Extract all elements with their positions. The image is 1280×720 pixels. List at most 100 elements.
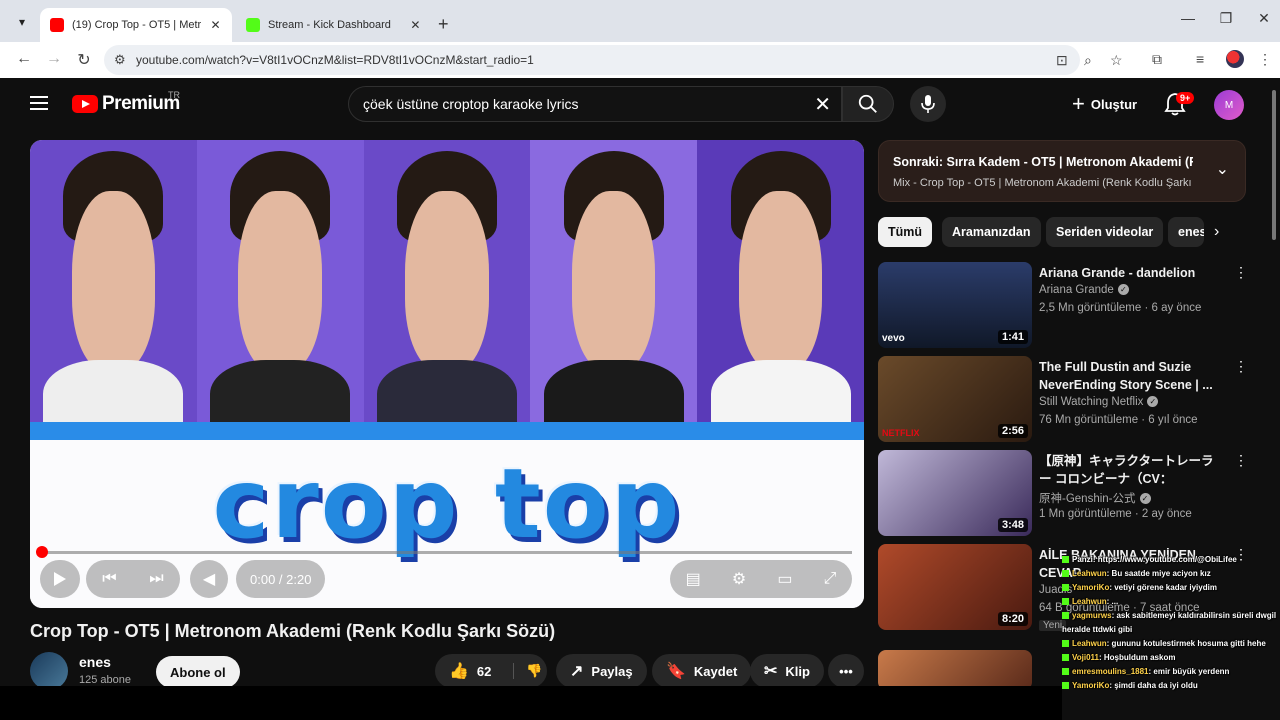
chip-series[interactable]: Seriden videolar [1046,217,1164,247]
chevron-right-icon[interactable]: › [1214,223,1219,241]
chevron-down-icon[interactable]: ⌄ [1216,159,1229,179]
chip-from-search[interactable]: Aramanızdan [942,217,1041,247]
video-player[interactable]: crop top ⏮ ⏭ ◀ 0:00 / 2:20 ▤ ⚙ ▭ ⤢ [30,140,864,608]
volume-button[interactable]: ◀ [190,560,228,598]
youtube-play-icon [72,95,98,113]
youtube-premium-logo[interactable]: Premium TR [72,90,180,115]
more-actions-button[interactable]: ••• [828,654,864,688]
back-icon[interactable]: ← [14,50,34,68]
close-tab-icon[interactable]: ✕ [209,18,222,32]
up-next-panel[interactable]: Sonraki: Sırra Kadem - OT5 | Metronom Ak… [878,140,1246,202]
voice-search-button[interactable] [910,86,946,122]
close-window-icon[interactable]: ✕ [1254,10,1274,27]
recommendation-title[interactable]: Ariana Grande - dandelion [1039,264,1219,282]
chip-enes[interactable]: enes [1168,217,1204,247]
browser-window: ▾ (19) Crop Top - OT5 | Metronom ✕ Strea… [0,0,1280,720]
url-text[interactable]: youtube.com/watch?v=V8tI1vOCnzM&list=RDV… [136,53,534,67]
bookmark-star-icon[interactable]: ☆ [1110,52,1123,69]
profile-avatar[interactable] [1226,50,1244,68]
new-tab-button[interactable]: + [438,14,449,35]
chip-all[interactable]: Tümü [878,217,933,247]
share-button[interactable]: ↗ Paylaş [556,654,647,688]
fullscreen-icon[interactable]: ⤢ [824,570,837,588]
video-thumbnail[interactable] [878,650,1032,690]
like-count[interactable]: 62 [477,664,491,679]
minimize-icon[interactable]: — [1178,10,1198,26]
thumbnail-badge: NETFLIX [882,428,920,438]
previous-icon[interactable]: ⏮ [102,570,116,588]
theater-mode-icon[interactable]: ▭ [777,569,792,589]
time-text: 0:00 / 2:20 [250,571,312,587]
like-dislike-group: 👍 62 👎 [435,654,547,688]
subscriber-count: 125 abone [79,674,131,686]
player-right-controls: ▤ ⚙ ▭ ⤢ [670,560,852,598]
play-button[interactable] [40,560,80,598]
skip-controls: ⏮ ⏭ [86,560,180,598]
recommendation-channel[interactable]: 原神-Genshin-公式 ✓ [1039,490,1151,506]
more-options-icon[interactable]: ⋮ [1234,452,1248,469]
progress-scrubber[interactable] [36,546,48,558]
subscribe-button[interactable]: Abone ol [156,656,240,688]
tab-search-icon[interactable]: ▾ [12,12,32,32]
bottom-black-bar [0,686,1062,720]
search-input[interactable]: çöek üstüne croptop karaoke lyrics ✕ [348,86,842,122]
address-bar[interactable]: ⚙ youtube.com/watch?v=V8tI1vOCnzM&list=R… [104,45,1123,75]
video-thumbnail-faces [30,140,864,445]
tab-kick-dashboard[interactable]: Stream - Kick Dashboard ✕ [236,8,432,42]
video-thumbnail[interactable]: NETFLIX 2:56 [878,356,1032,442]
more-options-icon[interactable]: ⋮ [1234,358,1248,375]
settings-gear-icon[interactable]: ⚙ [732,569,746,589]
thumbs-up-icon[interactable]: 👍 [449,661,469,681]
forward-icon[interactable]: → [44,50,64,68]
close-tab-icon[interactable]: ✕ [409,18,422,32]
recommendation-item[interactable]: 3:48 【原神】キャラクタートレーラー コロンビーナ（CV：Lynn）... … [878,450,1248,536]
search-query[interactable]: çöek üstüne croptop karaoke lyrics [363,96,579,112]
video-thumbnail[interactable]: 3:48 [878,450,1032,536]
chat-message: Leahwun: gununu kotulestirmek hosuma git… [1062,637,1280,651]
share-label: Paylaş [591,663,633,679]
account-avatar[interactable]: M [1214,90,1244,120]
more-options-icon[interactable]: ⋮ [1234,264,1248,281]
site-info-icon[interactable]: ⚙ [114,52,126,68]
zoom-icon[interactable]: ⌕ [1084,52,1092,69]
clear-search-icon[interactable]: ✕ [814,92,831,117]
hamburger-menu-icon[interactable] [30,96,48,110]
media-control-icon[interactable]: ≡ [1196,51,1204,67]
clip-button[interactable]: ✂ Klip [750,654,824,688]
recommendation-channel[interactable]: Ariana Grande ✓ [1039,284,1129,296]
extensions-icon[interactable]: ⧉ [1152,51,1162,68]
recommendation-item[interactable]: NETFLIX 2:56 The Full Dustin and Suzie N… [878,356,1248,442]
video-thumbnail[interactable]: vevo 1:41 [878,262,1032,348]
subtitles-icon[interactable]: ▤ [686,569,701,589]
clip-label: Klip [785,663,810,679]
search-button[interactable] [842,86,894,122]
page-scrollbar[interactable] [1272,90,1276,240]
duration-badge: 1:41 [997,330,1028,344]
tab-strip: ▾ (19) Crop Top - OT5 | Metronom ✕ Strea… [0,0,1280,42]
channel-avatar[interactable] [30,652,68,690]
channel-name[interactable]: enes [79,654,111,670]
recommendation-item[interactable]: vevo 1:41 Ariana Grande - dandelion Aria… [878,262,1248,348]
video-thumbnail[interactable]: 8:20 [878,544,1032,630]
verified-icon: ✓ [1117,284,1129,296]
install-app-icon[interactable]: ⊡ [1056,52,1068,69]
search-icon [858,94,877,113]
save-button[interactable]: 🔖 Kaydet [652,654,752,688]
tab-youtube[interactable]: (19) Crop Top - OT5 | Metronom ✕ [40,8,232,42]
reload-icon[interactable]: ↻ [74,50,94,70]
video-title: Crop Top - OT5 | Metronom Akademi (Renk … [30,621,556,641]
maximize-icon[interactable]: ❐ [1216,10,1236,27]
chat-message: Leahwun: Bu saatde miye aciyon kız [1062,567,1280,581]
duration-badge: 2:56 [997,424,1028,438]
recommendation-channel[interactable]: Still Watching Netflix ✓ [1039,396,1159,408]
create-label: Oluştur [1090,96,1138,112]
progress-bar[interactable] [40,551,852,554]
scissors-icon: ✂ [764,663,778,680]
recommendation-title[interactable]: 【原神】キャラクタートレーラー コロンビーナ（CV：Lynn）... [1039,452,1219,488]
thumbs-down-icon[interactable]: 👎 [513,663,543,679]
create-button[interactable]: + Oluştur [1062,88,1147,120]
next-icon[interactable]: ⏭ [149,570,163,588]
chrome-menu-icon[interactable]: ⋮ [1258,51,1272,68]
recommendation-title[interactable]: The Full Dustin and Suzie NeverEnding St… [1039,358,1219,394]
play-icon [54,572,66,586]
